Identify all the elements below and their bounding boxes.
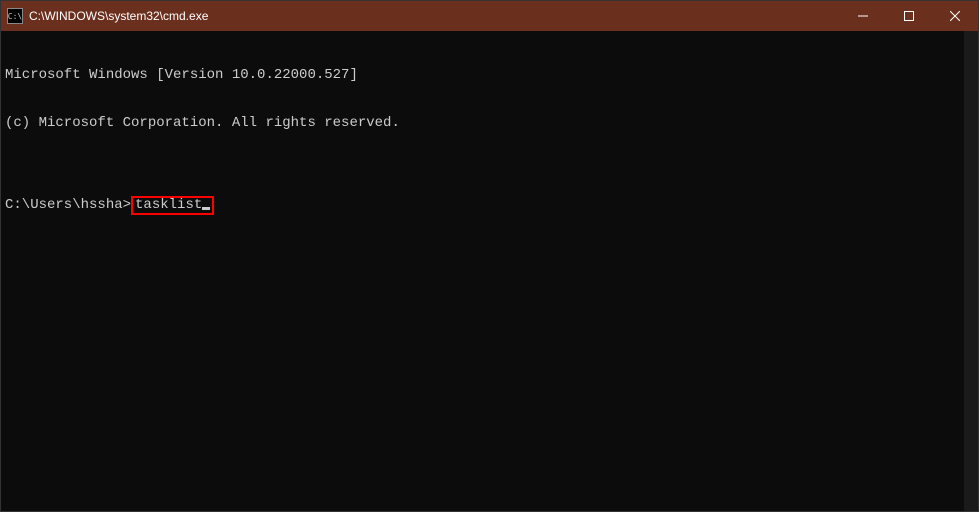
maximize-button[interactable]: [886, 1, 932, 31]
window-title: C:\WINDOWS\system32\cmd.exe: [29, 9, 208, 23]
prompt-text: C:\Users\hssha>: [5, 197, 131, 213]
minimize-button[interactable]: [840, 1, 886, 31]
cmd-icon: C:\: [7, 8, 23, 24]
terminal-area[interactable]: Microsoft Windows [Version 10.0.22000.52…: [1, 31, 978, 511]
window-controls: [840, 1, 978, 31]
text-cursor: [202, 207, 210, 210]
titlebar[interactable]: C:\ C:\WINDOWS\system32\cmd.exe: [1, 1, 978, 31]
close-button[interactable]: [932, 1, 978, 31]
command-text: tasklist: [135, 197, 202, 213]
version-line: Microsoft Windows [Version 10.0.22000.52…: [5, 67, 960, 83]
prompt-line: C:\Users\hssha>tasklist: [5, 196, 960, 215]
cmd-window: C:\ C:\WINDOWS\system32\cmd.exe Microsof…: [0, 0, 979, 512]
command-highlight: tasklist: [131, 196, 214, 215]
copyright-line: (c) Microsoft Corporation. All rights re…: [5, 115, 960, 131]
